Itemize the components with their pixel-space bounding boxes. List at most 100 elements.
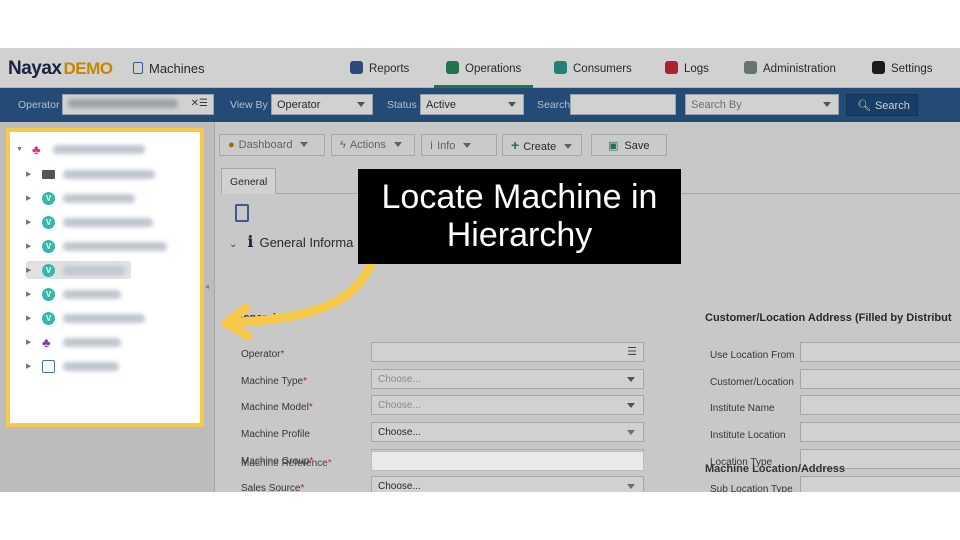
info-icon: ⅰ [430,140,434,152]
expand-arrow-icon[interactable]: ▶ [26,266,34,274]
chevron-down-icon [393,142,402,147]
status-select[interactable]: Active [420,94,524,115]
expand-arrow-icon[interactable]: ▶ [26,362,34,370]
nav-administration[interactable]: Administration [744,56,836,82]
tab-general[interactable]: General [221,168,277,194]
institute-location-field[interactable] [800,422,960,442]
tree-item[interactable]: ▶ V [26,189,135,207]
chevron-down-icon [627,403,635,408]
customer-location-label: Customer/Location [710,377,794,388]
tree-label-redacted [53,144,145,154]
tree-item[interactable]: ▶ V [26,213,153,231]
status-value: Active [426,99,456,111]
customer-location-field[interactable] [800,369,960,389]
nav-operations[interactable]: Operations [433,56,534,88]
nav-settings[interactable]: Settings [872,56,933,82]
search-icon: 🔍︎ [857,100,871,112]
chevron-down-icon [357,102,365,107]
customer-location-title: Customer/Location Address (Filled by Dis… [705,312,952,324]
expand-arrow-icon[interactable]: ▶ [26,242,34,250]
actions-button[interactable]: ϟ Actions [331,134,415,156]
info-button[interactable]: ⅰ Info [421,134,497,156]
expand-arrow-icon[interactable]: ▶ [26,290,34,298]
search-input[interactable] [570,94,676,115]
vend-icon: V [42,239,55,253]
tree-label-redacted [63,313,145,323]
create-label: Create [523,141,557,153]
nayax-logo[interactable]: Nayax DEMO [8,58,113,80]
hierarchy-icon: ♣ [32,141,41,157]
machine-reference-field[interactable] [371,451,644,471]
nav-settings-label: Settings [891,63,933,75]
sales-source-select[interactable]: Choose... [371,476,644,492]
use-location-from-label: Use Location From [710,350,795,361]
settings-icon [872,61,885,74]
folder-icon [42,169,55,179]
chevron-down-icon [627,430,635,435]
module-title-label: Machines [149,61,205,76]
tree-item-selected[interactable]: ▶ V [26,261,131,279]
sales-source-label: Sales Source* [241,483,305,492]
institute-location-label: Institute Location [710,430,786,441]
machine-type-select[interactable]: Choose... [371,369,644,389]
list-icon[interactable]: ☰ [627,345,637,358]
nav-logs[interactable]: Logs [665,56,709,82]
dashboard-button[interactable]: ● Dashboard [219,134,325,156]
vend-icon: V [42,311,55,325]
expand-arrow-icon[interactable]: ▶ [26,218,34,226]
expand-arrow-icon[interactable]: ▶ [26,338,34,346]
consumers-icon [554,61,567,74]
tree-label-redacted [63,193,135,203]
general-information-header[interactable]: ⌄ i General Informa [229,232,353,251]
chevron-down-icon [627,377,635,382]
nav-operations-label: Operations [465,63,522,75]
status-label: Status [387,99,417,111]
machine-location-title: Machine Location/Address [705,463,845,475]
save-icon: ▣ [608,140,619,152]
vend-icon: V [42,287,55,301]
tree-label-redacted [63,361,119,371]
hierarchy-panel: ▼ ♣ ▶ ▶ V ▶ V ▶ V ▶ V ▶ V ▶ V ▶ ♣ ▶ ◂ [0,122,215,492]
operator-selector[interactable]: ✕☰ [62,94,214,115]
machine-model-select[interactable]: Choose... [371,395,644,415]
tree-item[interactable]: ▶ ♣ [26,333,121,351]
expand-arrow-icon[interactable]: ▶ [26,170,34,178]
vend-icon: V [42,263,55,277]
collapse-chevron-icon[interactable]: ⌄ [229,239,237,250]
create-button[interactable]: + Create [502,134,582,156]
search-button[interactable]: 🔍︎ Search [846,94,918,116]
chevron-down-icon [508,102,516,107]
expand-arrow-icon[interactable]: ▶ [26,194,34,202]
tree-label-redacted [63,289,121,299]
machine-profile-select[interactable]: Choose... [371,422,644,442]
expand-arrow-icon[interactable]: ▼ [16,146,24,153]
search-by-select[interactable]: Search By [685,94,839,115]
tree-item[interactable]: ▶ V [26,285,121,303]
institute-name-field[interactable] [800,395,960,415]
machine-icon [133,62,143,74]
tree-item[interactable]: ▶ V [26,237,167,255]
view-by-select[interactable]: Operator [271,94,373,115]
tree-label-redacted [63,337,121,347]
tree-item[interactable]: ▶ [26,357,119,375]
nav-reports[interactable]: Reports [350,56,409,82]
nav-consumers[interactable]: Consumers [554,56,632,82]
save-button[interactable]: ▣ Save [591,134,667,156]
tree-item[interactable]: ▶ [26,165,155,183]
plus-icon: + [511,137,520,153]
nav-administration-label: Administration [763,63,836,75]
info-icon: i [247,232,254,251]
tree-item[interactable]: ▶ V [26,309,145,327]
chevron-down-icon [463,143,472,148]
clear-list-icon[interactable]: ✕☰ [191,98,208,109]
dashboard-label: Dashboard [238,139,293,151]
info-label: Info [437,140,456,152]
collapse-handle[interactable]: ◂ [205,282,209,292]
use-location-from-field[interactable] [800,342,960,362]
filter-toolbar: Operator ✕☰ View By Operator Status Acti… [0,88,960,122]
tree-root-item[interactable]: ▼ ♣ [16,140,145,158]
chevron-down-icon [627,484,635,489]
sub-location-type-field[interactable] [800,476,960,492]
expand-arrow-icon[interactable]: ▶ [26,314,34,322]
operator-field[interactable]: ☰ [371,342,644,362]
